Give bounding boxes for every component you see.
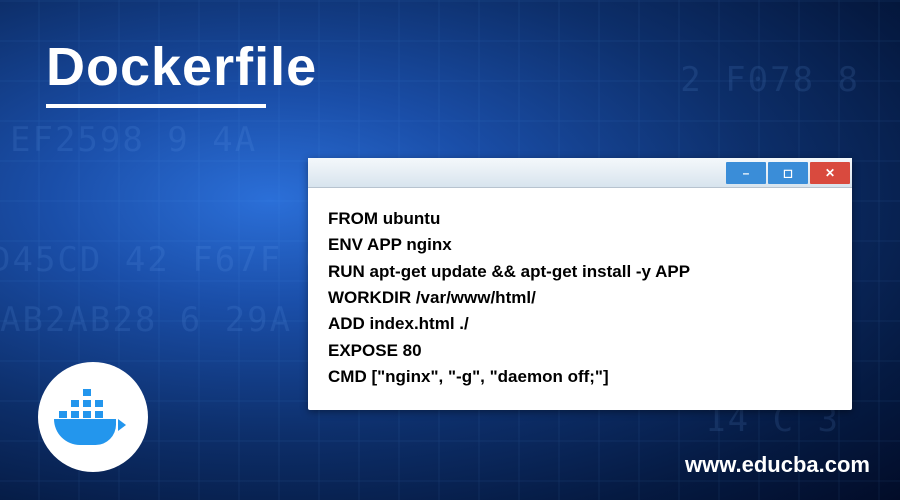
code-line-3: RUN apt-get update && apt-get install -y… (328, 259, 832, 285)
code-window: – ◻ ✕ FROM ubuntu ENV APP nginx RUN apt-… (308, 158, 852, 410)
maximize-button[interactable]: ◻ (768, 162, 808, 184)
website-url: www.educba.com (685, 452, 870, 478)
bg-digit-1: 2 F078 8 (680, 60, 860, 100)
title-underline (46, 104, 266, 108)
minimize-button[interactable]: – (726, 162, 766, 184)
code-content: FROM ubuntu ENV APP nginx RUN apt-get up… (308, 188, 852, 410)
bg-digit-3: D45CD 42 F67F 0 (0, 240, 327, 280)
page-title: Dockerfile (46, 36, 317, 98)
code-line-5: ADD index.html ./ (328, 311, 832, 337)
docker-logo-icon (54, 389, 132, 445)
bg-digit-2: EF2598 9 4A (10, 120, 257, 160)
close-button[interactable]: ✕ (810, 162, 850, 184)
code-line-1: FROM ubuntu (328, 206, 832, 232)
docker-logo-badge (38, 362, 148, 472)
code-line-2: ENV APP nginx (328, 232, 832, 258)
code-line-6: EXPOSE 80 (328, 338, 832, 364)
code-line-7: CMD ["nginx", "-g", "daemon off;"] (328, 364, 832, 390)
bg-digit-4: AB2AB28 6 29A (0, 300, 292, 340)
window-titlebar: – ◻ ✕ (308, 158, 852, 188)
code-line-4: WORKDIR /var/www/html/ (328, 285, 832, 311)
